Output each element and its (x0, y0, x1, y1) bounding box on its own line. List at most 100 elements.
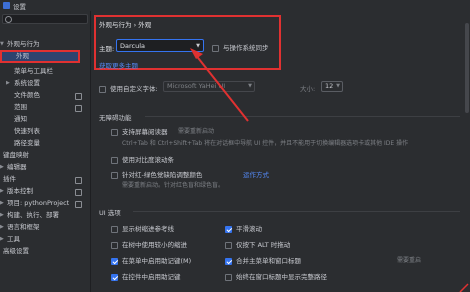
ui-option-checkbox[interactable]: 平滑滚动 (225, 223, 262, 233)
project-scope-icon (75, 93, 82, 100)
checkbox-icon (212, 44, 219, 52)
sidebar-item-label: 高级设置 (3, 247, 29, 255)
sidebar-item-label: 插件 (3, 175, 16, 183)
sidebar-item-label: 菜单与工具栏 (14, 67, 53, 75)
sidebar-item[interactable]: ▶ 版本控制 (0, 186, 88, 197)
sidebar-item[interactable]: 插件 (0, 174, 88, 185)
appearance-panel: 外观与行为 › 外观 主题: Darcula ▼ 与操作系统同步 获取更多主题 … (91, 11, 470, 292)
theme-label: 主题: (99, 45, 115, 53)
custom-font-checkbox[interactable]: 使用自定义字体: (99, 83, 158, 93)
font-size-dropdown[interactable]: 12 ▼ (321, 81, 343, 92)
ui-option-checkbox[interactable]: 始终在窗口标题中显示完整路径 (225, 271, 327, 281)
ui-option-checkbox[interactable]: 合并主菜单和窗口标题 (225, 255, 301, 265)
sidebar-item[interactable]: ▼ 外观与行为 (0, 39, 88, 50)
get-more-themes-link[interactable]: 获取更多主题 (99, 60, 138, 70)
sidebar-item-label: 编辑器 (7, 163, 27, 171)
sidebar-item-label: 构建、执行、部署 (7, 211, 59, 219)
colorblind-label: 针对红-绿色觉缺陷调整颜色 (122, 171, 203, 179)
chevron-right-icon[interactable]: ▶ (0, 162, 4, 173)
chevron-right-icon[interactable]: ▶ (0, 234, 4, 245)
sidebar-item-label: 通知 (14, 115, 27, 123)
font-size-label: 大小: (300, 85, 316, 93)
sidebar-item[interactable]: ▶ 项目: pythonProject (0, 198, 88, 209)
sidebar-item[interactable]: ▶ 编辑器 (0, 162, 88, 173)
main-scrollbar[interactable] (465, 13, 469, 289)
font-family-value: Microsoft YaHei UI (167, 82, 226, 90)
sidebar-item[interactable]: ▶ 语言和框架 (0, 222, 88, 233)
sidebar-item-label: 版本控制 (7, 187, 33, 195)
settings-search-input[interactable] (2, 14, 88, 24)
search-icon (5, 16, 12, 23)
sidebar-item-label: 外观与行为 (7, 40, 40, 48)
sidebar-item[interactable]: ▶ 构建、执行、部署 (0, 210, 88, 221)
ui-option-checkbox[interactable]: 在控件中启用助记键 (111, 271, 181, 281)
font-family-dropdown[interactable]: Microsoft YaHei UI ▼ (163, 81, 255, 92)
screen-reader-hint: Ctrl+Tab 和 Ctrl+Shift+Tab 将在对话框中导航 UI 控件… (122, 140, 409, 147)
contrast-scrollbars-checkbox[interactable]: 使用对比度滚动条 (111, 154, 174, 164)
breadcrumb: 外观与行为 › 外观 (99, 21, 152, 29)
ui-option-label: 在控件中启用助记键 (122, 273, 181, 281)
sidebar-item[interactable]: ▶ 工具 (0, 234, 88, 245)
sidebar-item[interactable]: 快速列表 (0, 126, 88, 137)
colorblind-hint: 需要重新启动。针对红色盲和绿色盲。 (122, 182, 225, 189)
ui-option-label: 显示树缩进参考线 (122, 225, 174, 233)
sidebar-item[interactable]: 菜单与工具栏 (0, 66, 88, 77)
accessibility-section-title: 无障碍功能 (99, 114, 132, 122)
section-divider (133, 211, 460, 212)
chevron-right-icon[interactable]: ▶ (6, 78, 10, 89)
chevron-down-icon[interactable]: ▼ (0, 39, 4, 50)
checkbox-icon (225, 257, 232, 265)
ui-option-checkbox[interactable]: 在树中使用较小的缩进 (111, 239, 187, 249)
contrast-scrollbars-label: 使用对比度滚动条 (122, 156, 174, 164)
scrollbar-thumb[interactable] (465, 23, 469, 113)
how-it-works-link[interactable]: 运作方式 (243, 169, 269, 179)
colorblind-checkbox[interactable]: 针对红-绿色觉缺陷调整颜色 (111, 169, 202, 179)
sidebar-item[interactable]: ▶ 系统设置 (0, 78, 88, 89)
sidebar-item-label: 范围 (14, 103, 27, 111)
checkbox-icon (111, 156, 118, 164)
screen-reader-checkbox[interactable]: 支持屏幕阅读器 (111, 126, 168, 136)
ui-option-label: 仅按下 ALT 时拖动 (236, 241, 291, 249)
font-size-value: 12 (325, 82, 334, 90)
sidebar-item[interactable]: 通知 (0, 114, 88, 125)
ui-option-checkbox[interactable]: 显示树缩进参考线 (111, 223, 174, 233)
checkbox-icon (111, 241, 118, 249)
sidebar-item[interactable]: 路径变量 (0, 138, 88, 149)
ui-option-checkbox[interactable]: 在菜单中启用助记键(M) (111, 255, 191, 265)
ui-options-section-title: UI 选项 (99, 209, 121, 217)
project-scope-icon (75, 189, 82, 196)
checkbox-icon (111, 171, 118, 179)
sidebar-item-label: 项目: pythonProject (7, 199, 70, 207)
title-bar: 设置 (0, 0, 470, 11)
sync-with-os-checkbox[interactable]: 与操作系统同步 (212, 42, 269, 52)
sidebar-item-label: 文件颜色 (14, 91, 40, 99)
sidebar-item[interactable]: 高级设置 (0, 246, 88, 257)
ui-option-label: 在树中使用较小的缩进 (122, 241, 187, 249)
sidebar-item[interactable]: 文件颜色 (0, 90, 88, 101)
sidebar-item[interactable]: 外观 (0, 50, 80, 63)
sidebar-item-label: 语言和框架 (7, 223, 40, 231)
ui-option-checkbox[interactable]: 仅按下 ALT 时拖动 (225, 239, 290, 249)
settings-sidebar: ▼ 外观与行为 外观 菜单与工具栏 ▶ 系统设置 文件颜色 范围 通知 快速列表 路径变量 键盘映射 ▶… (0, 11, 91, 292)
checkbox-icon (111, 225, 118, 233)
sidebar-item[interactable]: 键盘映射 (0, 150, 88, 161)
checkbox-icon (111, 273, 118, 281)
chevron-right-icon[interactable]: ▶ (0, 198, 4, 209)
merge-restart-tag: 需要重启 (397, 257, 422, 264)
ui-option-label: 始终在窗口标题中显示完整路径 (236, 273, 327, 281)
chevron-right-icon[interactable]: ▶ (0, 222, 4, 233)
project-scope-icon (75, 177, 82, 184)
checkbox-icon (99, 85, 106, 93)
chevron-right-icon[interactable]: ▶ (0, 186, 4, 197)
sidebar-item-label: 系统设置 (14, 79, 40, 87)
sidebar-item-label: 路径变量 (14, 139, 40, 147)
checkbox-icon (111, 128, 118, 136)
ui-option-label: 在菜单中启用助记键(M) (122, 257, 192, 265)
sidebar-item[interactable]: 范围 (0, 102, 88, 113)
theme-value: Darcula (120, 42, 146, 50)
sidebar-item-label: 快速列表 (14, 127, 40, 135)
chevron-right-icon[interactable]: ▶ (0, 210, 4, 221)
window-title: 设置 (13, 3, 26, 11)
restart-required-tag: 需要重新启动 (178, 128, 215, 135)
theme-dropdown[interactable]: Darcula ▼ (116, 39, 204, 52)
